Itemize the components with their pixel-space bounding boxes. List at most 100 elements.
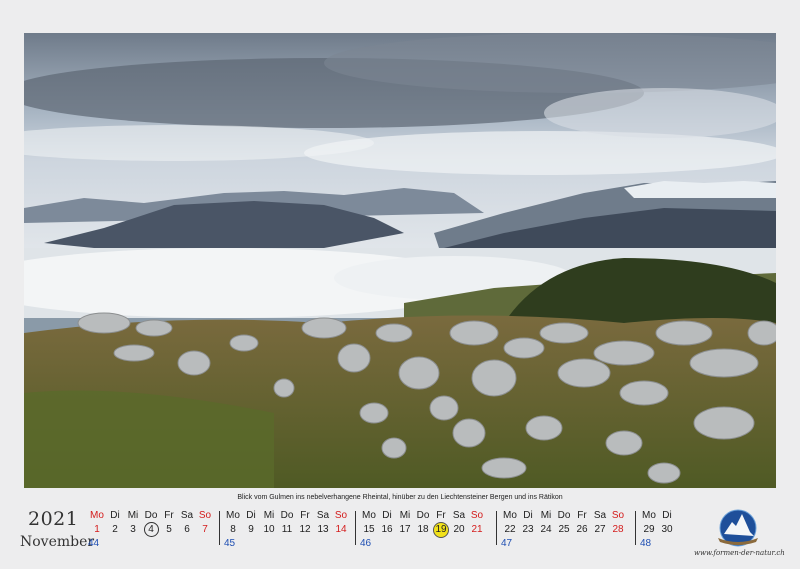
calendar-month: November bbox=[20, 534, 95, 550]
weekday-label: Do bbox=[416, 510, 430, 521]
weekday-label: Do bbox=[557, 510, 571, 521]
day-number: 23 bbox=[522, 524, 534, 535]
day-number: 13 bbox=[317, 524, 329, 535]
day-number: 1 bbox=[94, 524, 100, 535]
weekday-label: Fr bbox=[436, 510, 446, 521]
weekday-label: Sa bbox=[452, 510, 466, 521]
calendar-day: Do 11 bbox=[278, 509, 296, 537]
weekday-label: Sa bbox=[593, 510, 607, 521]
weekday-label: So bbox=[611, 510, 625, 521]
calendar-day: Mi 24 bbox=[537, 509, 555, 537]
calendar-day: Di 9 bbox=[242, 509, 260, 537]
day-number: 15 bbox=[363, 524, 375, 535]
weekday-label: Fr bbox=[300, 510, 310, 521]
day-number: 24 bbox=[540, 524, 552, 535]
weekday-label: Sa bbox=[180, 510, 194, 521]
calendar-year: 2021 bbox=[28, 508, 79, 530]
calendar-day: Mi 3 bbox=[124, 509, 142, 537]
weekday-label: Fr bbox=[577, 510, 587, 521]
week-number: 45 bbox=[224, 538, 236, 549]
day-number: 29 bbox=[643, 524, 655, 535]
weekday-label: Fr bbox=[164, 510, 174, 521]
weekday-label: Do bbox=[280, 510, 294, 521]
calendar-day: Di 16 bbox=[378, 509, 396, 537]
calendar-day: So 21 bbox=[468, 509, 486, 537]
day-number: 10 bbox=[263, 524, 275, 535]
calendar-day: Fr 19 bbox=[432, 509, 450, 538]
landscape-photo bbox=[24, 33, 776, 488]
calendar-day: Fr 26 bbox=[573, 509, 591, 537]
weekday-label: Mo bbox=[90, 510, 104, 521]
calendar-day: Mo 15 bbox=[360, 509, 378, 537]
weekday-label: Do bbox=[144, 510, 158, 521]
calendar-day: Sa 6 bbox=[178, 509, 196, 537]
calendar-day: So 14 bbox=[332, 509, 350, 537]
calendar-week: Mo 8 Di 9 Mi 10 Do 11 Fr 12 Sa 13 So 14 45 bbox=[219, 509, 350, 549]
week-number: 48 bbox=[640, 538, 652, 549]
weekday-label: So bbox=[334, 510, 348, 521]
weekday-label: Mi bbox=[540, 510, 552, 521]
calendar-day: Mi 10 bbox=[260, 509, 278, 537]
calendar-day: Di 2 bbox=[106, 509, 124, 537]
day-number: 4 bbox=[142, 522, 160, 537]
weekday-label: Mo bbox=[226, 510, 240, 521]
day-number: 17 bbox=[399, 524, 411, 535]
weekday-label: Di bbox=[662, 510, 672, 521]
day-number: 20 bbox=[453, 524, 465, 535]
calendar-day: Fr 12 bbox=[296, 509, 314, 537]
day-number: 8 bbox=[230, 524, 236, 535]
weekday-label: Sa bbox=[316, 510, 330, 521]
calendar-day: Di 23 bbox=[519, 509, 537, 537]
weekday-label: Di bbox=[382, 510, 392, 521]
day-number: 14 bbox=[335, 524, 347, 535]
day-number: 30 bbox=[661, 524, 673, 535]
day-number: 26 bbox=[576, 524, 588, 535]
day-number: 27 bbox=[594, 524, 606, 535]
day-number: 19 bbox=[432, 522, 450, 538]
calendar-day: Do 25 bbox=[555, 509, 573, 537]
weekday-label: Mi bbox=[127, 510, 139, 521]
calendar-day: So 7 bbox=[196, 509, 214, 537]
calendar-day: Do 18 bbox=[414, 509, 432, 537]
website-url: www.formen-der-natur.ch bbox=[694, 549, 785, 557]
day-number: 5 bbox=[166, 524, 172, 535]
week-separator bbox=[635, 511, 636, 545]
weekday-label: Di bbox=[110, 510, 120, 521]
calendar-day: Sa 27 bbox=[591, 509, 609, 537]
week-number: 47 bbox=[501, 538, 513, 549]
weekday-label: Mo bbox=[503, 510, 517, 521]
calendar-day: Sa 20 bbox=[450, 509, 468, 537]
calendar-day: Do 4 bbox=[142, 509, 160, 537]
calendar-day: Di 30 bbox=[658, 509, 676, 537]
week-separator bbox=[355, 511, 356, 545]
weekday-label: Mo bbox=[642, 510, 656, 521]
calendar-week: Mo 22 Di 23 Mi 24 Do 25 Fr 26 Sa 27 So 28 47 bbox=[496, 509, 627, 549]
day-number: 25 bbox=[558, 524, 570, 535]
calendar-day: Mo 8 bbox=[224, 509, 242, 537]
week-number: 46 bbox=[360, 538, 372, 549]
day-number: 16 bbox=[381, 524, 393, 535]
day-number: 7 bbox=[202, 524, 208, 535]
day-number: 11 bbox=[281, 524, 293, 535]
day-number: 22 bbox=[504, 524, 516, 535]
calendar-day: Mo 22 bbox=[501, 509, 519, 537]
weekday-label: So bbox=[470, 510, 484, 521]
week-separator bbox=[496, 511, 497, 545]
day-number: 18 bbox=[417, 524, 429, 535]
weekday-label: Mi bbox=[263, 510, 275, 521]
week-separator bbox=[219, 511, 220, 545]
week-number: 44 bbox=[88, 538, 100, 549]
day-number: 28 bbox=[612, 524, 624, 535]
calendar-week: Mo 15 Di 16 Mi 17 Do 18 Fr 19 Sa 20 So 21 46 bbox=[355, 509, 486, 549]
day-number: 2 bbox=[112, 524, 118, 535]
day-number: 12 bbox=[299, 524, 311, 535]
day-number: 21 bbox=[471, 524, 483, 535]
day-number: 9 bbox=[248, 524, 254, 535]
weekday-label: Di bbox=[246, 510, 256, 521]
globe-logo-icon bbox=[718, 509, 758, 547]
calendar-day: Fr 5 bbox=[160, 509, 178, 537]
day-number: 3 bbox=[130, 524, 136, 535]
calendar-week: Mo 29 Di 30 48 bbox=[635, 509, 676, 549]
photo-caption: Blick vom Gulmen ins nebelverhangene Rhe… bbox=[237, 494, 563, 501]
calendar-week: Mo 1 Di 2 Mi 3 Do 4 Fr 5 Sa 6 So 7 44 bbox=[88, 509, 214, 549]
